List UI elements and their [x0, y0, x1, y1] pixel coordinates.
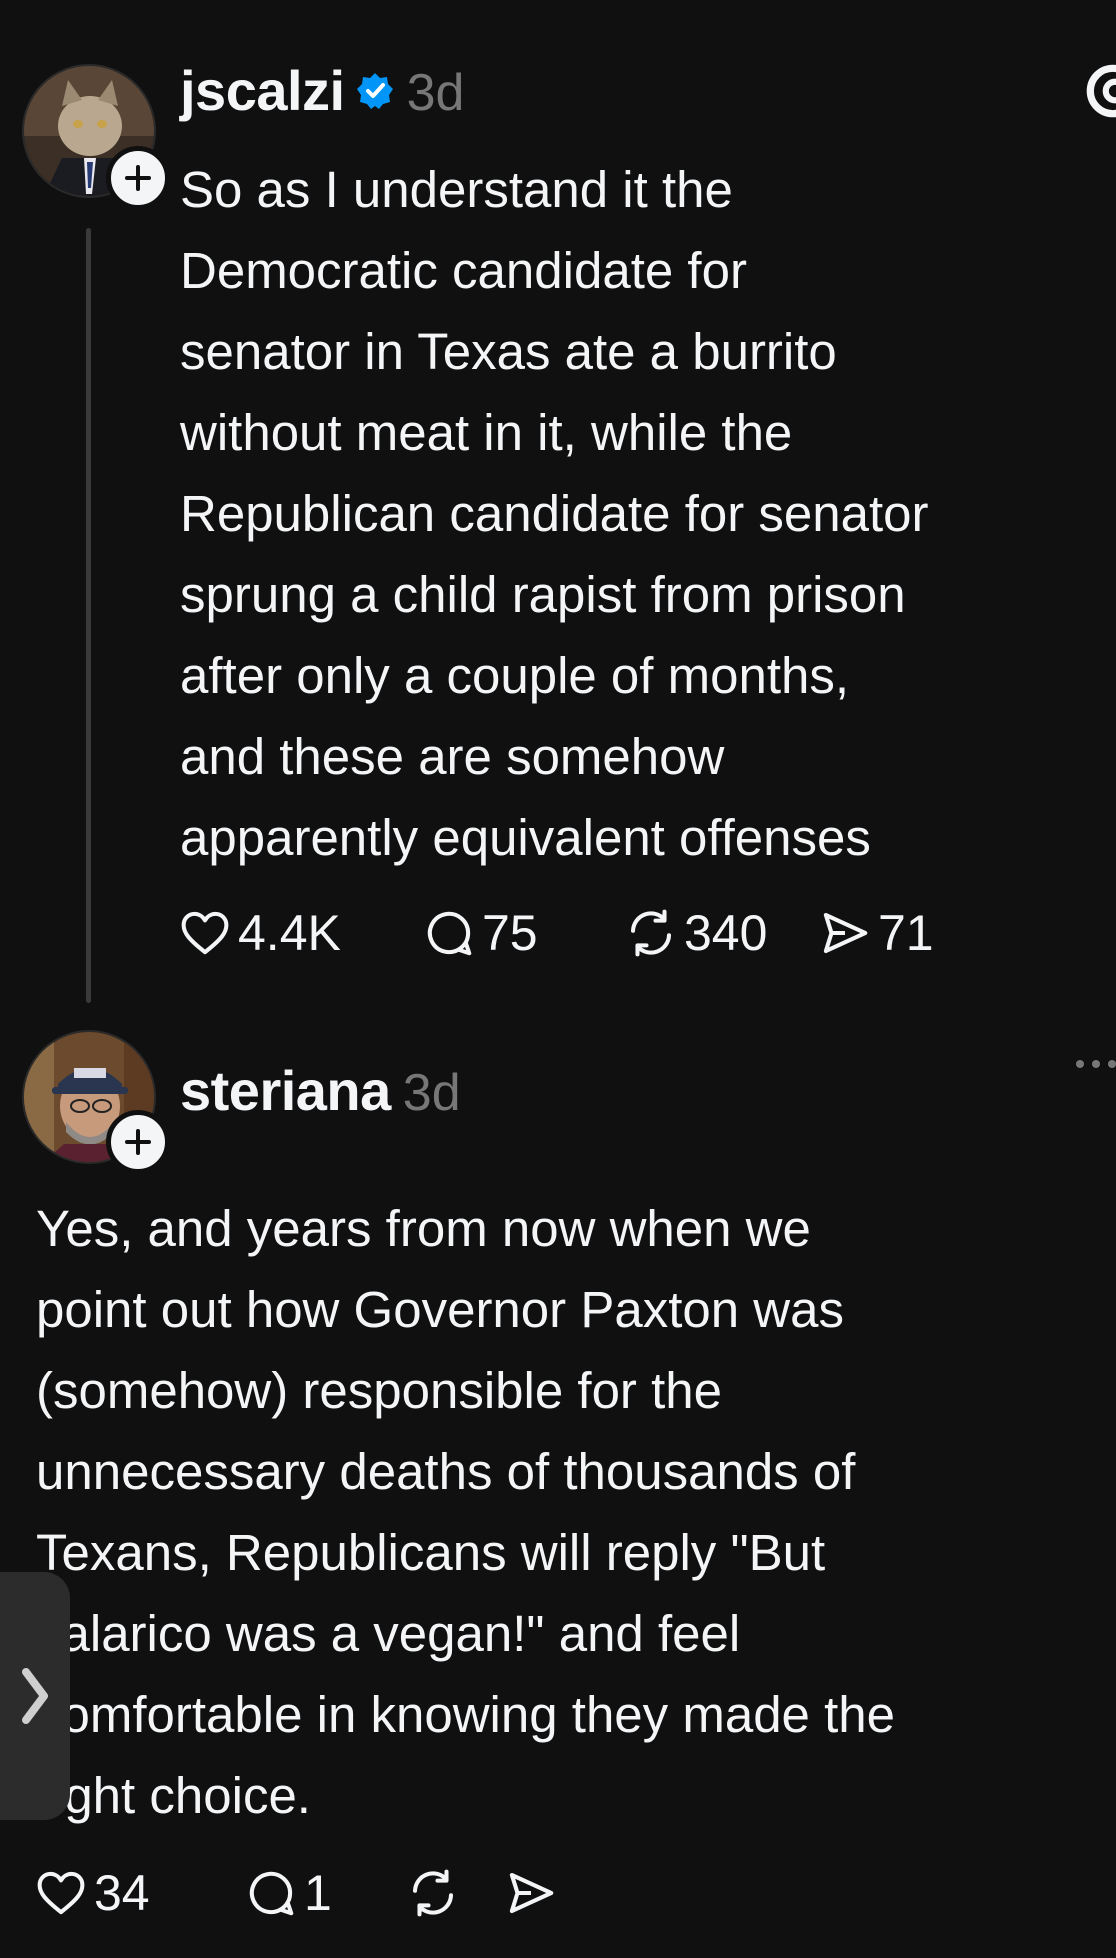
reply-button[interactable]: 75 [422, 904, 624, 962]
like-count: 4.4K [238, 905, 341, 961]
post-text-line: after only a couple of months, [180, 647, 850, 704]
post-body: Yes, and years from now when we point ou… [36, 1188, 895, 1836]
repost-count: 340 [684, 905, 768, 961]
timestamp: 3d [402, 1064, 461, 1122]
post-text-line: comfortable in knowing they made the [36, 1686, 895, 1743]
post-text-line: unnecessary deaths of thousands of [36, 1443, 856, 1500]
threads-logo-icon[interactable] [1080, 58, 1116, 124]
post-text-line: Talarico was a vegan!" and feel [36, 1605, 741, 1662]
timestamp: 3d [406, 64, 465, 122]
username[interactable]: steriana [180, 1058, 391, 1123]
heart-icon [37, 1871, 85, 1915]
chevron-right-icon [22, 1668, 48, 1724]
verified-badge-icon [356, 72, 393, 109]
like-button[interactable]: 4.4K [178, 904, 378, 962]
repost-icon [630, 909, 672, 957]
post-text-line: point out how Governor Paxton was [36, 1281, 844, 1338]
post-text-line: So as I understand it the [180, 161, 733, 218]
post-text-line: and these are somehow [180, 728, 725, 785]
side-panel-tab[interactable] [0, 1572, 70, 1820]
repost-button[interactable] [406, 1866, 504, 1920]
more-dots-icon[interactable] [1076, 1060, 1116, 1068]
follow-button-steriana[interactable] [106, 1110, 170, 1174]
repost-icon [412, 1869, 454, 1917]
post-text-line: Republican candidate for senator [180, 485, 929, 542]
reply-count: 1 [304, 1865, 332, 1921]
post-text-line: Yes, and years from now when we [36, 1200, 811, 1257]
reply-count: 75 [482, 905, 538, 961]
share-button[interactable] [504, 1866, 564, 1920]
follow-button-jscalzi[interactable] [106, 146, 170, 210]
post-text-line: apparently equivalent offenses [180, 809, 871, 866]
post-text-line: Texans, Republicans will reply "But [36, 1524, 826, 1581]
post-text-line: right choice. [36, 1767, 311, 1824]
share-button[interactable]: 71 [818, 904, 934, 962]
post-text-line: sprung a child rapist from prison [180, 566, 906, 623]
heart-icon [181, 911, 229, 955]
repost-button[interactable]: 340 [624, 904, 824, 962]
post-text-line: Democratic candidate for [180, 242, 747, 299]
like-button[interactable]: 34 [34, 1864, 244, 1922]
like-count: 34 [94, 1865, 150, 1921]
post-text-line: (somehow) responsible for the [36, 1362, 722, 1419]
plus-icon [125, 1129, 151, 1155]
plus-icon [125, 165, 151, 191]
send-icon [509, 1872, 554, 1914]
comment-icon [427, 911, 472, 956]
post-text-line: senator in Texas ate a burrito [180, 323, 837, 380]
send-icon [823, 912, 868, 954]
reply-button[interactable]: 1 [244, 1864, 406, 1922]
thread-line [86, 228, 91, 1003]
share-count: 71 [878, 905, 934, 961]
post-body: So as I understand it the Democratic can… [180, 149, 929, 878]
post-text-line: without meat in it, while the [180, 404, 793, 461]
comment-icon [249, 1871, 294, 1916]
username[interactable]: jscalzi [180, 58, 345, 123]
